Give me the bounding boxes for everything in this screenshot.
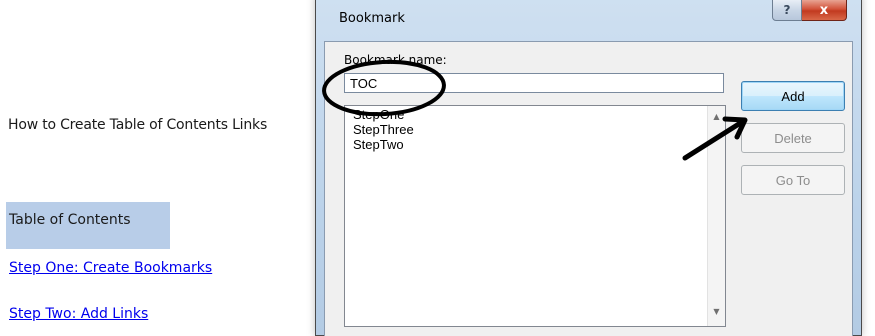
- bookmark-list[interactable]: StepOne StepThree StepTwo ▲ ▼: [344, 105, 726, 327]
- dialog-title: Bookmark: [339, 11, 405, 26]
- toc-title[interactable]: Table of Contents: [9, 211, 131, 229]
- scroll-down-icon[interactable]: ▼: [708, 305, 725, 317]
- document-heading: How to Create Table of Contents Links: [8, 117, 268, 133]
- bookmark-name-input[interactable]: [344, 73, 724, 93]
- go-to-button[interactable]: Go To: [741, 165, 845, 195]
- close-icon: x: [819, 2, 829, 18]
- title-bar-buttons: ? x: [772, 0, 847, 21]
- toc-link-step-one[interactable]: Step One: Create Bookmarks: [9, 259, 212, 277]
- bookmark-list-item[interactable]: StepOne: [353, 107, 404, 122]
- delete-button-label: Delete: [774, 130, 812, 146]
- scroll-up-icon[interactable]: ▲: [708, 110, 725, 122]
- add-button-label: Add: [781, 88, 805, 104]
- toc-link-step-two[interactable]: Step Two: Add Links: [9, 305, 148, 323]
- close-button[interactable]: x: [802, 0, 847, 21]
- help-icon: ?: [783, 3, 791, 17]
- bookmark-dialog: Bookmark ? x Bookmark name: StepOne Step…: [315, 0, 862, 336]
- delete-button[interactable]: Delete: [741, 123, 845, 153]
- bookmark-name-label: Bookmark name:: [344, 53, 447, 67]
- help-button[interactable]: ?: [772, 0, 802, 21]
- bookmark-list-item[interactable]: StepThree: [353, 122, 414, 137]
- add-button[interactable]: Add: [741, 81, 845, 111]
- bookmark-list-item[interactable]: StepTwo: [353, 137, 404, 152]
- go-to-button-label: Go To: [775, 172, 811, 188]
- bookmark-list-scrollbar[interactable]: ▲ ▼: [707, 106, 725, 326]
